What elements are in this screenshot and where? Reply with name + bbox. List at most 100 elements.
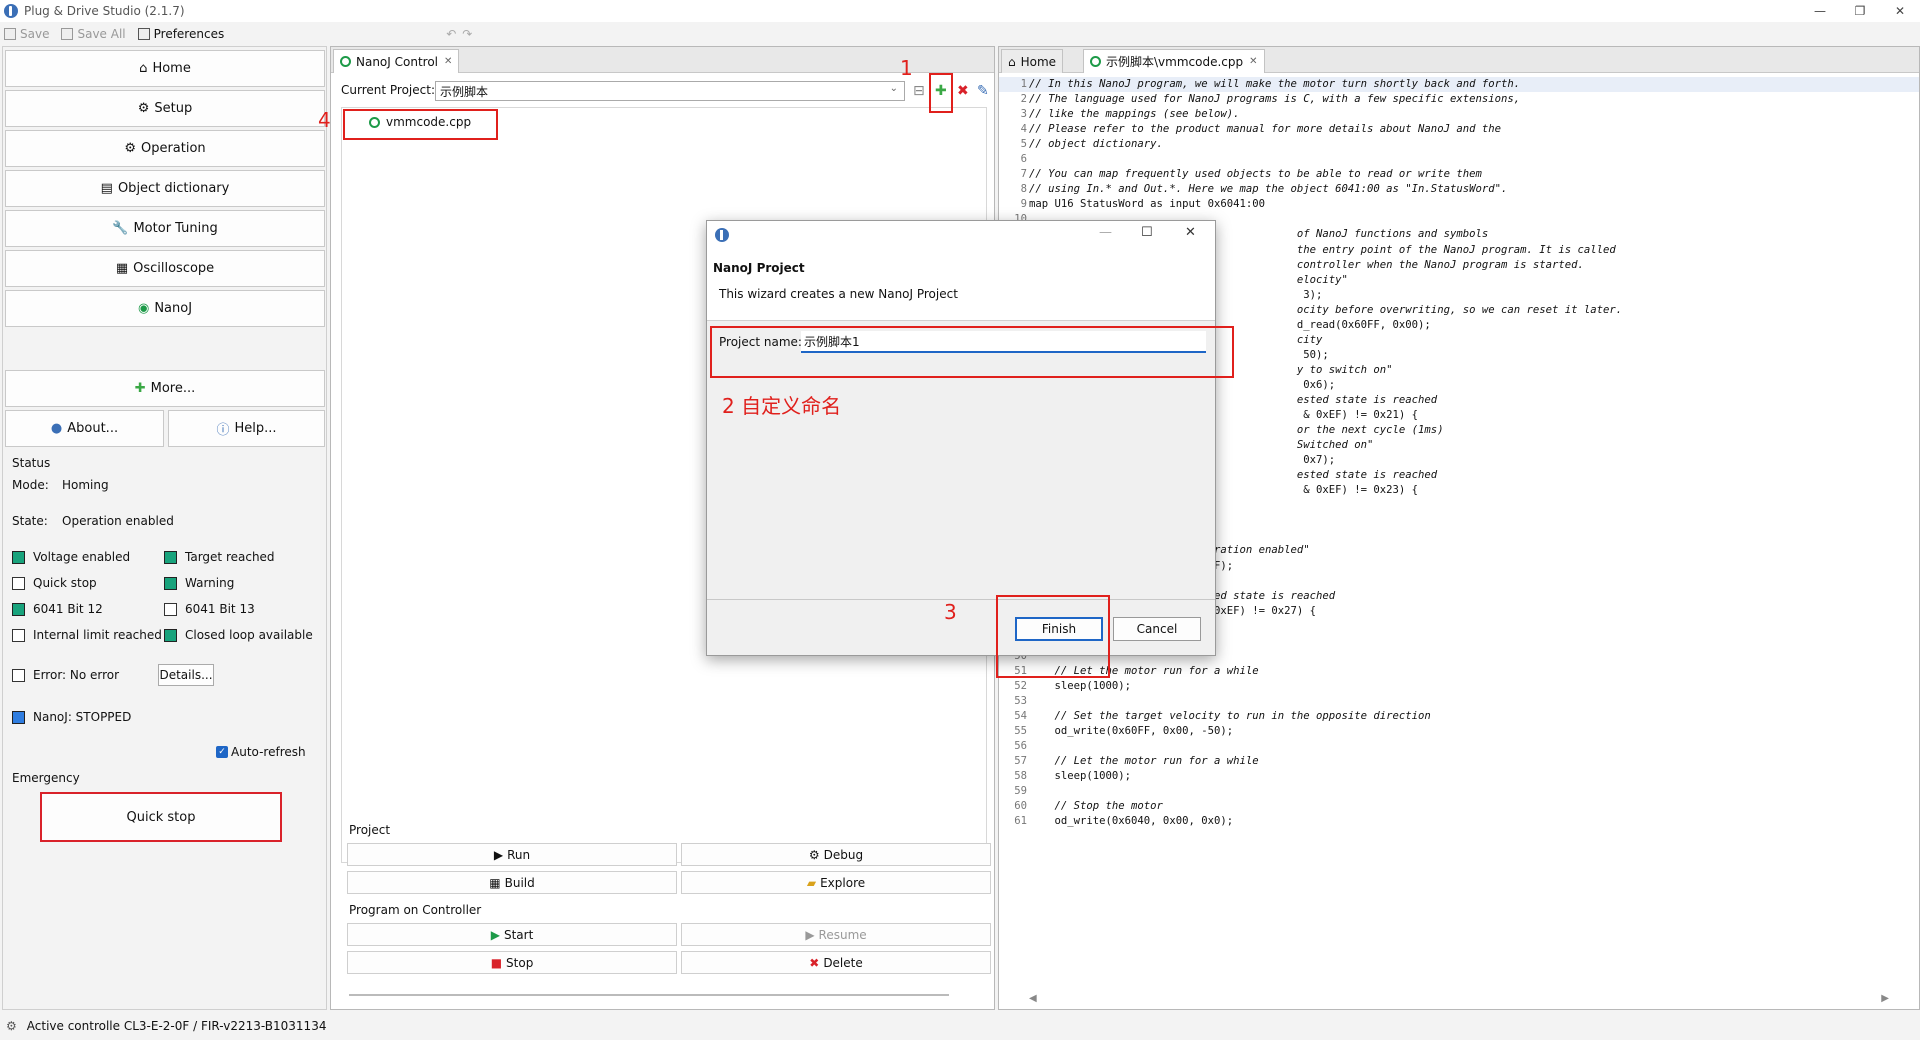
controller-group-label: Program on Controller <box>349 903 482 917</box>
play-icon: ▶ <box>490 927 500 942</box>
line-number: 60 <box>1014 800 1027 813</box>
line-number: 56 <box>1014 740 1027 753</box>
line-text: // like the mappings (see below). <box>1029 108 1240 121</box>
debug-button[interactable]: ⚙ Debug <box>681 843 991 866</box>
flag-target-reached: Target reached <box>164 550 275 564</box>
current-project-value: 示例脚本 <box>440 84 489 99</box>
history-arrows-icon[interactable]: ↶↷ <box>446 27 478 41</box>
details-button[interactable]: Details... <box>158 664 214 686</box>
nanoj-status: NanoJ: STOPPED <box>12 710 131 724</box>
run-label: Run <box>507 847 531 862</box>
emergency-heading: Emergency <box>12 771 80 785</box>
build-button[interactable]: ▦ Build <box>347 871 677 894</box>
minimize-button[interactable]: — <box>1800 0 1840 22</box>
horizontal-scrollbar[interactable] <box>349 994 949 996</box>
start-button[interactable]: ▶ Start <box>347 923 677 946</box>
scroll-right-icon[interactable]: ▶ <box>1881 993 1889 1005</box>
nav-setup-button[interactable]: ⚙ Setup <box>5 90 325 127</box>
preferences-label: Preferences <box>153 27 225 41</box>
indicator-icon <box>164 602 177 616</box>
explore-label: Explore <box>820 875 866 890</box>
maximize-button[interactable]: ❐ <box>1840 0 1880 22</box>
flag-quick-stop: Quick stop <box>12 576 97 590</box>
dialog-minimize-icon[interactable]: — <box>1099 225 1112 240</box>
nav-motor-tuning-button[interactable]: 🔧 Motor Tuning <box>5 210 325 247</box>
window-controls: — ❐ ✕ <box>1800 0 1920 22</box>
indicator-icon <box>164 576 177 590</box>
delete-project-icon[interactable]: ✖ <box>957 83 969 99</box>
annotation-box-1 <box>929 73 953 113</box>
indicator-icon <box>12 550 25 564</box>
nav-operation-button[interactable]: ⚙ Operation <box>5 130 325 167</box>
tab-label: NanoJ Control <box>356 54 439 69</box>
dialog-subtitle: This wizard creates a new NanoJ Project <box>719 287 958 301</box>
scroll-left-icon[interactable]: ◀ <box>1029 993 1037 1005</box>
explore-button[interactable]: ▰ Explore <box>681 871 991 894</box>
mode-value: Homing <box>62 478 109 492</box>
left-navigation-panel: ⌂ Home ⚙ Setup ⚙ Operation ▤ Object dictiona… <box>2 46 327 1010</box>
line-number: 8 <box>1020 183 1027 196</box>
nav-home-label: Home <box>152 61 191 76</box>
table-icon: ▤ <box>100 181 113 196</box>
about-button[interactable]: ● About... <box>5 410 164 447</box>
annotation-label-1: 1 <box>900 56 913 80</box>
code-line: 1// In this NanoJ program, we will make … <box>999 77 1919 93</box>
preferences-button[interactable]: Preferences <box>137 27 225 41</box>
close-window-button[interactable]: ✕ <box>1880 0 1920 22</box>
line-number: 6 <box>1020 153 1027 166</box>
nav-object-dictionary-button[interactable]: ▤ Object dictionary <box>5 170 325 207</box>
stop-button[interactable]: ■ Stop <box>347 951 677 974</box>
line-number: 59 <box>1014 785 1027 798</box>
indicator-icon <box>164 550 177 564</box>
dialog-close-icon[interactable]: ✕ <box>1185 225 1196 240</box>
line-number: 53 <box>1014 694 1027 707</box>
plus-icon: ✚ <box>134 381 146 396</box>
collapse-icon[interactable]: ⊟ <box>913 83 925 99</box>
indicator-icon <box>12 710 25 724</box>
line-text: // Stop the motor <box>1029 800 1163 813</box>
nav-more-button[interactable]: ✚ More... <box>5 370 325 407</box>
dialog-maximize-icon[interactable]: ☐ <box>1141 225 1153 240</box>
code-line: 58 sleep(1000); <box>999 769 1919 784</box>
editor-hscrollbar[interactable]: ◀ ▶ <box>1029 993 1889 1005</box>
tab-nanoj-control[interactable]: NanoJ Control ✕ <box>333 49 460 73</box>
dialog-logo-icon <box>715 228 729 242</box>
preferences-icon <box>137 28 150 40</box>
dialog-header <box>707 249 1215 321</box>
save-all-icon <box>61 28 74 40</box>
nav-oscilloscope-label: Oscilloscope <box>133 261 215 276</box>
nanoj-status-label: NanoJ: STOPPED <box>33 710 132 724</box>
current-project-select[interactable]: 示例脚本 ⌄ <box>435 81 905 101</box>
tab-vmmcode[interactable]: 示例脚本\vmmcode.cpp ✕ <box>1083 49 1265 73</box>
code-line: 57 // Let the motor run for a while <box>999 754 1919 769</box>
error-status: Error: No error <box>12 668 119 682</box>
line-number: 55 <box>1014 725 1027 738</box>
cancel-button[interactable]: Cancel <box>1113 617 1201 641</box>
flag-6041-bit-13: 6041 Bit 13 <box>164 602 255 616</box>
save-all-button[interactable]: Save All <box>61 27 126 41</box>
auto-refresh-checkbox[interactable]: ✓ Auto-refresh <box>216 745 306 759</box>
indicator-icon <box>12 602 25 616</box>
nav-nanoj-label: NanoJ <box>154 301 193 316</box>
about-label: About... <box>67 421 119 436</box>
window-title: Plug & Drive Studio (2.1.7) <box>24 4 185 18</box>
nav-nanoj-button[interactable]: ◉ NanoJ <box>5 290 325 327</box>
save-label: Save <box>20 27 50 41</box>
edit-project-icon[interactable]: ✎ <box>977 83 989 99</box>
nav-oscilloscope-button[interactable]: ▦ Oscilloscope <box>5 250 325 287</box>
help-button[interactable]: ⓘ Help... <box>168 410 325 447</box>
tab-home[interactable]: ⌂ Home <box>1001 49 1064 73</box>
resume-button[interactable]: ▶ Resume <box>681 923 991 946</box>
nav-home-button[interactable]: ⌂ Home <box>5 50 325 87</box>
code-line: 53 <box>999 694 1919 709</box>
run-button[interactable]: ▶ Run <box>347 843 677 866</box>
save-button[interactable]: Save <box>4 27 49 41</box>
close-tab-icon[interactable]: ✕ <box>444 56 452 67</box>
quick-stop-button[interactable]: Quick stop <box>40 792 282 842</box>
code-line: 6 <box>999 152 1919 167</box>
indicator-icon <box>164 628 177 642</box>
nav-object-dictionary-label: Object dictionary <box>117 181 230 196</box>
delete-button[interactable]: ✖ Delete <box>681 951 991 974</box>
annotation-box-3 <box>996 595 1110 678</box>
close-tab-icon[interactable]: ✕ <box>1249 56 1257 67</box>
